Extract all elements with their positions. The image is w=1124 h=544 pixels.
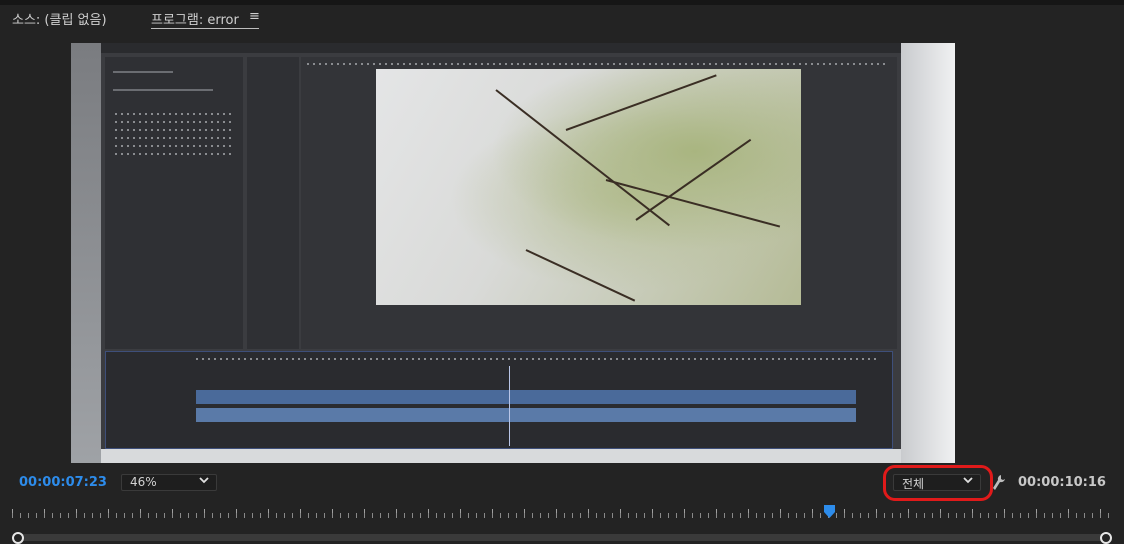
video-background-right (901, 43, 955, 463)
wrench-icon[interactable] (992, 474, 1006, 492)
current-timecode[interactable]: 00:00:07:23 (19, 475, 107, 490)
tab-source[interactable]: 소스: (클립 없음) (12, 9, 107, 28)
panel-top-border (0, 0, 1124, 5)
active-tab-underline (151, 28, 259, 29)
panel-menu-icon[interactable]: ≡ (249, 9, 260, 24)
annotation-highlight-circle (883, 465, 993, 501)
scrollbar-right-handle[interactable] (1100, 532, 1112, 544)
video-app-titlebar (101, 43, 901, 53)
video-timeline-panel (105, 351, 893, 449)
video-tree-image (376, 69, 801, 305)
video-project-panel (105, 57, 243, 349)
tab-program[interactable]: 프로그램: error (151, 9, 239, 28)
video-background-left (71, 43, 101, 463)
duration-timecode: 00:00:10:16 (1018, 475, 1106, 490)
zoom-scrollbar[interactable] (18, 534, 1106, 541)
playhead-marker-icon[interactable] (823, 503, 835, 518)
time-ruler[interactable] (12, 508, 1112, 518)
zoom-level-value: 46% (130, 475, 157, 489)
zoom-level-dropdown[interactable]: 46% (121, 474, 217, 491)
video-monitor-screen (101, 43, 901, 463)
scrollbar-left-handle[interactable] (12, 532, 24, 544)
video-effects-panel (247, 57, 299, 349)
chevron-down-icon (198, 474, 210, 489)
video-os-taskbar (101, 449, 901, 463)
program-monitor-video[interactable] (71, 43, 955, 463)
